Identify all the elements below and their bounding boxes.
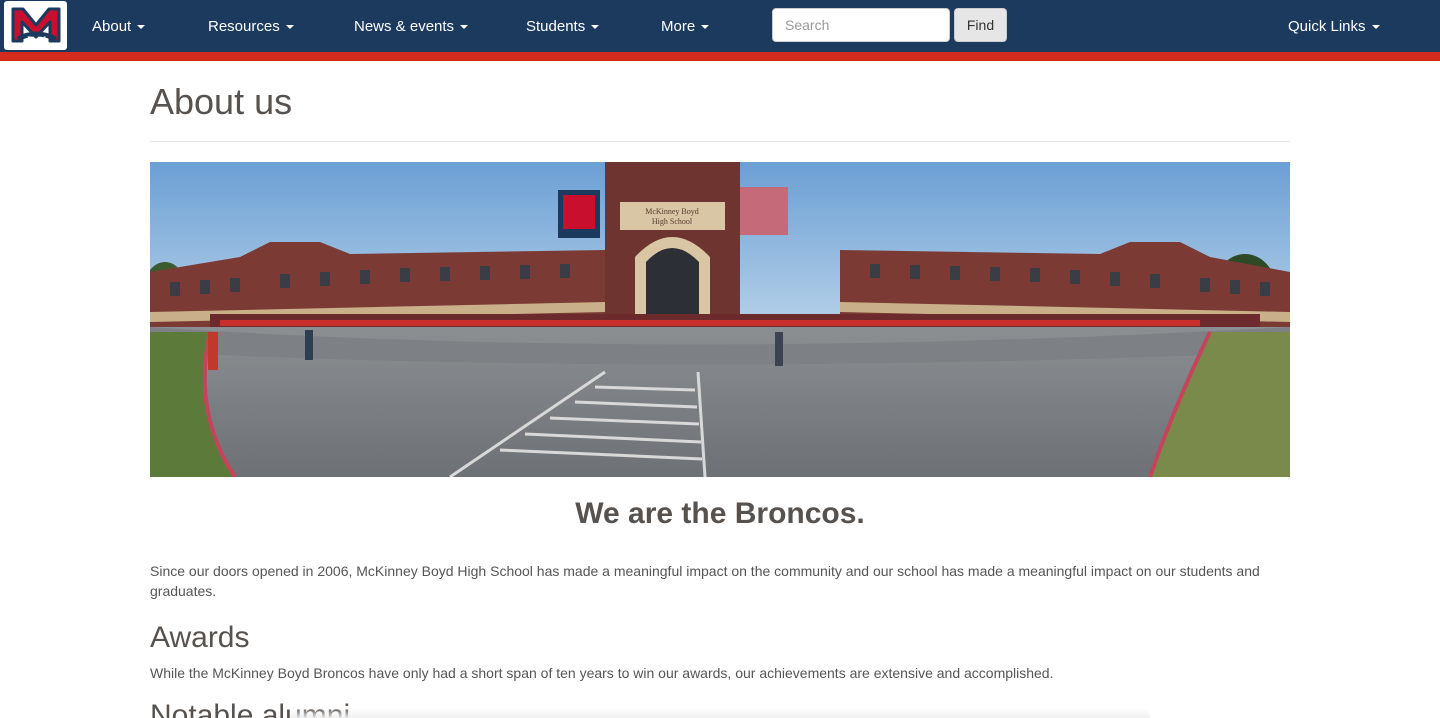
page-title: About us	[150, 81, 293, 122]
svg-text:McKinney Boyd: McKinney Boyd	[645, 207, 699, 216]
nav-about[interactable]: About	[92, 0, 146, 52]
svg-text:High School: High School	[652, 217, 693, 226]
caret-down-icon	[137, 25, 146, 29]
nav-resources-label: Resources	[208, 17, 280, 35]
caret-down-icon	[591, 25, 600, 29]
intro-paragraph: Since our doors opened in 2006, McKinney…	[150, 563, 1260, 599]
caret-down-icon	[285, 25, 294, 29]
caret-down-icon	[1371, 25, 1380, 29]
bronco-logo-icon: Boyd	[8, 4, 63, 47]
top-navbar: Boyd About Resources News & events Stude…	[0, 0, 1440, 52]
nav-news-events[interactable]: News & events	[354, 0, 469, 52]
awards-heading: Awards	[150, 621, 250, 654]
nav-students-label: Students	[526, 17, 586, 35]
nav-quick-links[interactable]: Quick Links	[1288, 0, 1380, 52]
search-input[interactable]	[772, 8, 950, 42]
nav-more[interactable]: More	[661, 0, 710, 52]
caret-down-icon	[460, 25, 469, 29]
title-divider	[150, 141, 1290, 142]
school-building-photo: McKinney Boyd High School	[150, 162, 1290, 477]
nav-news-events-label: News & events	[354, 17, 455, 35]
nav-resources[interactable]: Resources	[208, 0, 294, 52]
school-logo[interactable]: Boyd	[4, 1, 67, 50]
tagline-heading: We are the Broncos.	[575, 497, 865, 530]
nav-more-label: More	[661, 17, 696, 35]
find-button[interactable]: Find	[954, 8, 1007, 42]
bottom-fade-overlay	[290, 708, 1150, 718]
hero-school-panorama: McKinney Boyd High School	[150, 162, 1290, 477]
navbar-red-stripe	[0, 52, 1440, 61]
awards-paragraph: While the McKinney Boyd Broncos have onl…	[150, 665, 1054, 681]
svg-text:Boyd: Boyd	[25, 35, 45, 45]
nav-students[interactable]: Students	[526, 0, 600, 52]
nav-about-label: About	[92, 17, 132, 35]
nav-quick-links-label: Quick Links	[1288, 17, 1366, 35]
caret-down-icon	[701, 25, 710, 29]
